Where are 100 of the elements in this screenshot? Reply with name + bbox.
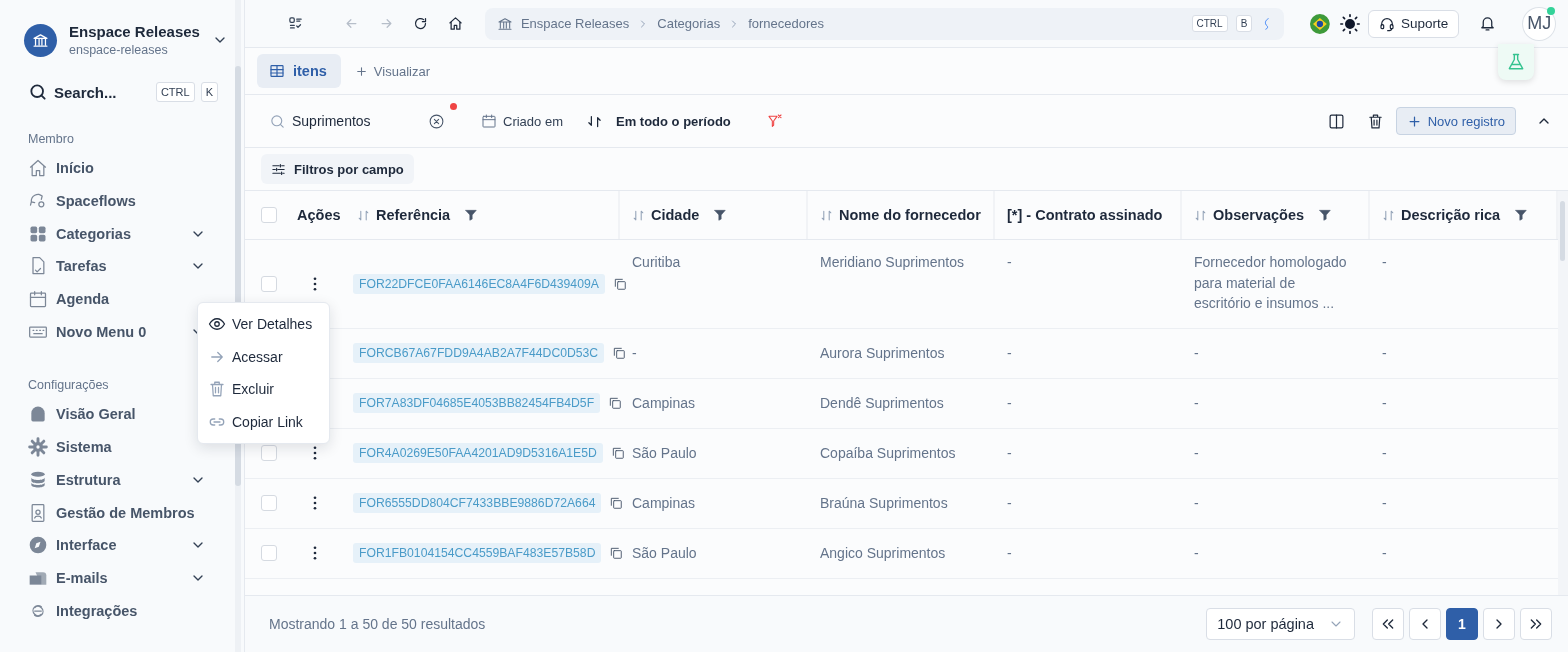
compass-icon xyxy=(28,535,48,556)
filter-icon[interactable] xyxy=(1318,208,1333,222)
filter-icon[interactable] xyxy=(713,208,728,222)
filter-icon[interactable] xyxy=(1514,208,1529,222)
sidebar-item[interactable]: Tarefas xyxy=(0,250,244,283)
shortcut-key: CTRL xyxy=(1191,15,1228,32)
column-header-cell[interactable]: Cidade xyxy=(620,191,808,239)
table-cell-text: - xyxy=(1381,393,1388,413)
user-avatar[interactable]: MJ xyxy=(1522,6,1557,41)
calendar-icon xyxy=(481,113,497,129)
table-cell-text: Dendê Suprimentos xyxy=(819,393,945,413)
breadcrumb-item[interactable]: Enspace Releases xyxy=(520,16,630,31)
select-all-checkbox[interactable] xyxy=(261,207,277,223)
table-cell-text: Copaíba Suprimentos xyxy=(819,443,957,463)
sidebar-item[interactable]: Interface xyxy=(0,528,244,562)
sidebar-item[interactable]: Integrações xyxy=(0,594,244,627)
table-cell-text: Curitiba xyxy=(631,253,682,272)
results-summary: Mostrando 1 a 50 de 50 resultados xyxy=(269,616,487,632)
table-scrollbar[interactable] xyxy=(1558,191,1568,595)
sidebar-item[interactable]: Gestão de Membros xyxy=(0,496,244,529)
sidebar-item[interactable]: Início xyxy=(0,152,244,185)
search-icon xyxy=(28,82,48,102)
search-placeholder[interactable]: Search... xyxy=(54,83,150,101)
row-checkbox[interactable] xyxy=(261,275,277,292)
row-checkbox[interactable] xyxy=(261,445,277,461)
last-page-button[interactable] xyxy=(1520,608,1552,640)
column-header-label: Cidade xyxy=(651,207,700,223)
new-record-button[interactable]: Novo registro xyxy=(1395,107,1516,135)
copy-icon[interactable] xyxy=(609,496,624,510)
column-header-cell[interactable]: Ações xyxy=(285,191,345,239)
sidebar-item[interactable]: Spaceflows xyxy=(0,184,244,218)
table-cell-text: Campinas xyxy=(631,393,697,413)
view-tab[interactable]: itens xyxy=(257,54,341,88)
copy-icon[interactable] xyxy=(612,346,627,360)
flask-icon xyxy=(1506,52,1526,72)
menu-item[interactable]: Excluir xyxy=(198,373,329,406)
column-header-cell[interactable]: [*] - Contrato assinado xyxy=(995,191,1182,239)
date-field-label[interactable]: Criado em xyxy=(503,113,563,129)
row-checkbox[interactable] xyxy=(261,545,277,561)
calendar-icon xyxy=(28,289,48,310)
trash-icon[interactable] xyxy=(1366,112,1384,130)
clear-filters-icon[interactable] xyxy=(766,113,783,129)
field-filters-button[interactable]: Filtros por campo xyxy=(261,154,414,184)
table-cell-text: Meridiano Suprimentos xyxy=(819,253,965,272)
table-cell-text: - xyxy=(1006,443,1013,463)
sidebar-item[interactable]: Categorias xyxy=(0,217,244,251)
first-page-button[interactable] xyxy=(1372,608,1404,640)
table-cell-text: - xyxy=(1006,393,1013,413)
workspace-name: Enspace Releases xyxy=(69,23,200,40)
double-chevron-right-icon xyxy=(1528,616,1544,632)
section-title: Membro xyxy=(28,132,74,146)
reload-icon[interactable] xyxy=(413,16,429,31)
column-header-label: Descrição rica xyxy=(1401,207,1501,223)
previous-page-button[interactable] xyxy=(1409,608,1441,640)
table-cell-text: - xyxy=(1381,443,1388,463)
shortcut-key: K xyxy=(200,82,218,102)
dome-icon xyxy=(28,404,48,425)
column-header-cell[interactable]: Referência xyxy=(345,191,620,239)
trash-icon xyxy=(208,380,226,399)
copy-icon[interactable] xyxy=(608,396,623,410)
column-header-cell[interactable]: Observações xyxy=(1182,191,1370,239)
swap-icon[interactable] xyxy=(586,113,602,129)
period-label[interactable]: Em todo o período xyxy=(615,113,731,129)
page-button[interactable]: 1 xyxy=(1446,608,1478,640)
copy-icon[interactable] xyxy=(609,546,624,560)
plus-icon xyxy=(354,64,368,78)
theme-toggle-icon[interactable] xyxy=(1340,13,1361,34)
breadcrumb-bar[interactable]: Enspace Releases Categorias fornecedores CTRL B xyxy=(484,7,1285,40)
column-header-label: Ações xyxy=(297,207,341,223)
breadcrumb-item[interactable]: fornecedores xyxy=(748,16,825,31)
copy-icon[interactable] xyxy=(610,446,625,460)
column-header-cell[interactable]: Nome do fornecedor xyxy=(808,191,995,239)
filter-icon[interactable] xyxy=(464,208,479,222)
copy-icon[interactable] xyxy=(612,276,627,291)
workspace-slug: enspace-releases xyxy=(69,43,169,57)
table-cell-text: Fornecedor homologado para material de escritório e insumos ... xyxy=(1193,253,1348,313)
bell-icon[interactable] xyxy=(1479,15,1497,32)
clear-icon[interactable] xyxy=(428,112,445,130)
row-checkbox[interactable] xyxy=(261,495,277,511)
page-size-select[interactable]: 100 por página xyxy=(1206,608,1355,640)
columns-icon[interactable] xyxy=(1327,112,1345,130)
table-cell-text: - xyxy=(1381,253,1388,272)
table-cell-text: - xyxy=(631,343,638,363)
column-header-label: [*] - Contrato assinado xyxy=(1007,207,1163,223)
home-icon[interactable] xyxy=(448,16,464,31)
flag-icon[interactable] xyxy=(1310,13,1331,34)
menu-item[interactable]: Acessar xyxy=(198,340,329,373)
table-cell-text: Angico Suprimentos xyxy=(819,543,947,563)
support-button[interactable]: Suporte xyxy=(1368,9,1460,38)
shortcut-key: CTRL xyxy=(155,82,195,102)
table-icon xyxy=(269,63,285,79)
breadcrumb-item[interactable]: Categorias xyxy=(657,16,721,31)
layout-icon[interactable] xyxy=(287,16,303,31)
table-cell-text: - xyxy=(1193,493,1200,513)
search-field[interactable]: Suprimentos xyxy=(292,113,422,129)
plus-icon xyxy=(1406,113,1422,129)
add-view-button[interactable]: Visualizar xyxy=(346,63,438,79)
sidebar-item[interactable]: E-mails xyxy=(0,561,244,595)
next-page-button[interactable] xyxy=(1483,608,1515,640)
sidebar-item[interactable]: Estrutura xyxy=(0,463,244,497)
